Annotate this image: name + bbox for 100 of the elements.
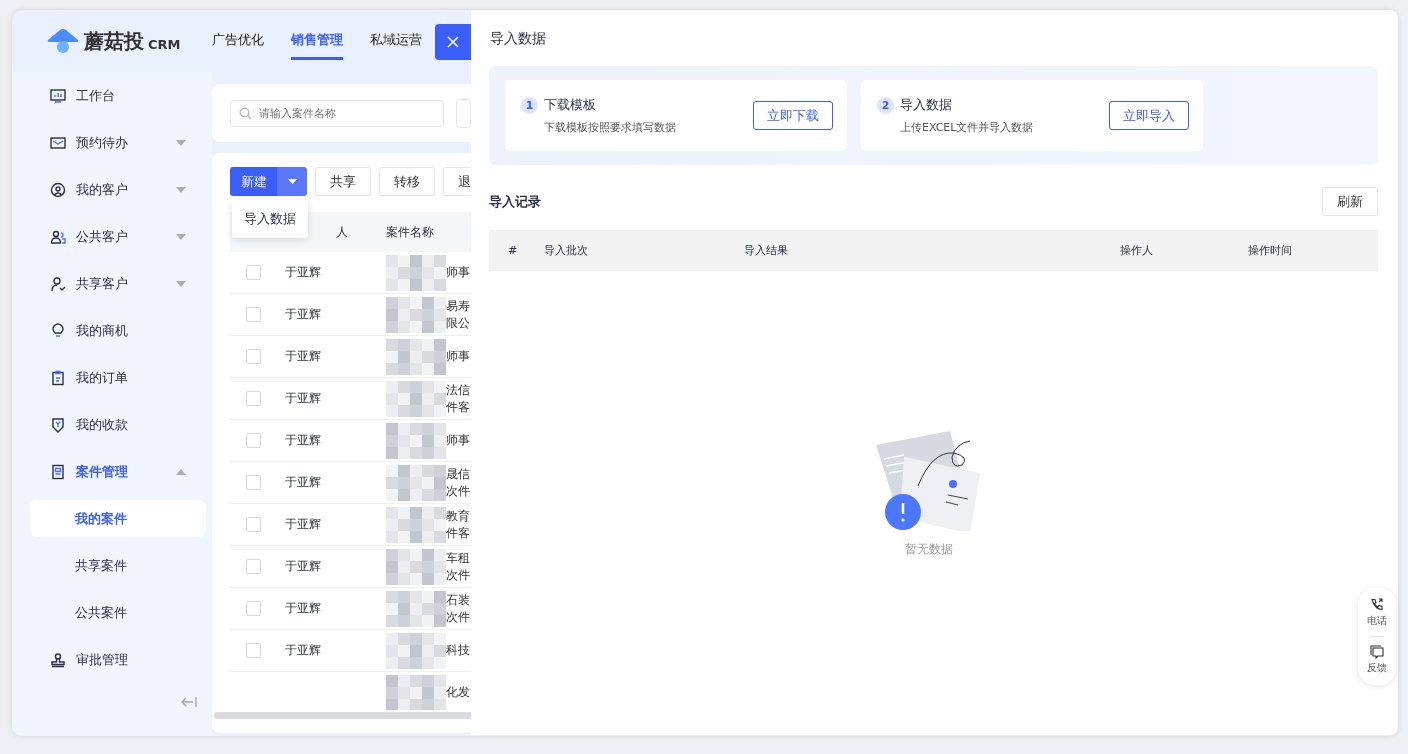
clipboard-icon xyxy=(50,369,66,386)
table-cell: 限公 xyxy=(446,314,470,332)
float-button[interactable]: 电话 xyxy=(1367,594,1387,632)
nav-tab[interactable]: 私域运营 xyxy=(370,22,422,60)
redacted-block xyxy=(386,254,446,291)
row-checkbox[interactable] xyxy=(245,517,261,532)
sidebar-subitem[interactable]: 公共案件 xyxy=(30,594,206,631)
column-header: 人 xyxy=(335,223,349,241)
table-cell: 于亚辉 xyxy=(285,475,321,489)
row-checkbox[interactable] xyxy=(245,307,261,322)
logo-suffix: CRM xyxy=(148,36,181,52)
empty-text: 暂无数据 xyxy=(904,541,953,558)
row-checkbox[interactable] xyxy=(245,559,261,574)
sidebar-subitem[interactable]: 我的案件 xyxy=(30,500,206,537)
scrollbar[interactable] xyxy=(214,712,471,719)
search-field[interactable]: 请输入案件名称 xyxy=(230,99,444,127)
monitor-icon xyxy=(50,87,66,104)
column-header: 导入结果 xyxy=(744,242,789,258)
table-cell: 车租 xyxy=(446,549,470,567)
row-checkbox[interactable] xyxy=(245,265,261,280)
row-checkbox[interactable] xyxy=(245,349,261,364)
step-button[interactable]: 立即下载 xyxy=(753,101,833,130)
table-cell: 化发 xyxy=(446,684,470,701)
user-circle-icon xyxy=(50,181,66,198)
redacted-block xyxy=(386,338,446,375)
sidebar-item[interactable]: 我的商机 xyxy=(12,307,212,354)
caret-icon xyxy=(287,179,297,184)
table-cell: 次件 xyxy=(446,482,470,500)
drawer-title: 导入数据 xyxy=(490,30,547,48)
table-cell: 于亚辉 xyxy=(285,433,321,447)
toolbar-button[interactable]: 共享 xyxy=(315,167,371,196)
table-cell: 于亚辉 xyxy=(285,349,321,363)
menu-item[interactable]: 导入数据 xyxy=(232,204,308,234)
row-checkbox[interactable] xyxy=(245,475,261,490)
sidebar-item[interactable]: 审批管理 xyxy=(12,636,212,683)
redacted-block xyxy=(386,506,446,543)
row-checkbox[interactable] xyxy=(245,601,261,616)
redacted-block xyxy=(386,296,446,333)
step-button[interactable]: 立即导入 xyxy=(1109,101,1189,130)
table-cell: 次件 xyxy=(446,566,470,584)
table-cell: 于亚辉 xyxy=(285,601,321,615)
sidebar-item[interactable]: 案件管理 xyxy=(12,448,212,495)
collapse-icon[interactable] xyxy=(180,696,198,708)
table-cell: 于亚辉 xyxy=(285,307,321,321)
table-cell: 师事 xyxy=(446,432,470,449)
phone-icon xyxy=(1370,598,1384,612)
logo-text: 蘑菇投 xyxy=(84,27,144,55)
nav-tab[interactable]: 销售管理 xyxy=(291,22,343,60)
sidebar-item[interactable]: 我的客户 xyxy=(12,166,212,213)
table-cell: 于亚辉 xyxy=(285,643,321,657)
stamp-icon xyxy=(50,651,66,668)
row-checkbox[interactable] xyxy=(245,643,261,658)
close-button[interactable] xyxy=(435,24,471,60)
table-cell: 教育 xyxy=(446,507,470,525)
table-cell: 晟信 xyxy=(446,465,470,483)
sidebar-item[interactable]: 我的收款 xyxy=(12,401,212,448)
users-icon xyxy=(50,228,66,245)
column-header: 操作人 xyxy=(1120,242,1154,258)
new-button[interactable]: 新建 xyxy=(230,167,277,196)
shield-icon xyxy=(50,416,66,433)
column-header: 导入批次 xyxy=(544,242,589,258)
table-cell: 于亚辉 xyxy=(285,517,321,531)
logo-icon xyxy=(46,28,80,54)
table-cell: 于亚辉 xyxy=(285,265,321,279)
user-icon xyxy=(50,275,66,292)
sidebar-item[interactable]: 公共客户 xyxy=(12,213,212,260)
float-button[interactable]: 反馈 xyxy=(1367,641,1387,679)
refresh-button[interactable]: 刷新 xyxy=(1322,187,1378,216)
sidebar-item[interactable]: 工作台 xyxy=(12,72,212,119)
redacted-block xyxy=(386,422,446,459)
toolbar-button[interactable]: 退 xyxy=(443,167,471,196)
redacted-block xyxy=(386,464,446,501)
table-cell: 师事 xyxy=(446,348,470,365)
dropdown-button[interactable] xyxy=(277,167,307,196)
mail-icon xyxy=(50,134,66,151)
row-checkbox[interactable] xyxy=(245,433,261,448)
step-description: 下载模板按照要求填写数据 xyxy=(543,120,676,135)
sidebar-subitem[interactable]: 共享案件 xyxy=(30,547,206,584)
table-cell: 件客 xyxy=(446,398,470,416)
step-title: 导入数据 xyxy=(900,96,952,114)
column-header: 案件名称 xyxy=(386,223,434,241)
chat-icon xyxy=(1370,645,1384,659)
sidebar-item[interactable]: 我的订单 xyxy=(12,354,212,401)
column-header: # xyxy=(507,243,519,257)
toolbar-button[interactable]: 转移 xyxy=(379,167,435,196)
row-checkbox[interactable] xyxy=(245,391,261,406)
column-header: 操作时间 xyxy=(1248,242,1292,258)
bulb-icon xyxy=(50,322,66,339)
step-number: 1 xyxy=(521,96,538,114)
sidebar-item[interactable]: 预约待办 xyxy=(12,119,212,166)
section-title: 导入记录 xyxy=(489,192,541,211)
sidebar-item[interactable]: 共享客户 xyxy=(12,260,212,307)
step-number: 2 xyxy=(877,96,894,114)
table-cell: 于亚辉 xyxy=(285,391,321,405)
redacted-block xyxy=(386,632,446,669)
nav-tab[interactable]: 广告优化 xyxy=(212,22,264,60)
doc-icon xyxy=(50,463,66,480)
step-title: 下载模板 xyxy=(544,96,596,114)
table-cell: 法信 xyxy=(446,381,470,399)
step-description: 上传EXCEL文件并导入数据 xyxy=(899,120,1034,135)
